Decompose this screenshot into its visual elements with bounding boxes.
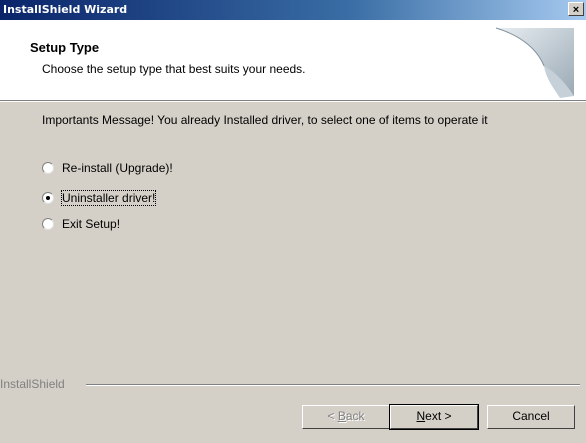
page-subtitle: Choose the setup type that best suits yo… (42, 62, 306, 76)
back-button[interactable]: < Back (302, 405, 390, 429)
back-button-rest: ack (345, 409, 365, 423)
option-uninstall-label[interactable]: Uninstaller driver! (60, 190, 157, 206)
wizard-header: Setup Type Choose the setup type that be… (0, 20, 586, 101)
next-button[interactable]: Next > (389, 404, 479, 430)
page-title: Setup Type (30, 40, 100, 55)
next-button-mnemonic: N (416, 409, 426, 423)
back-button-mnemonic: B (337, 409, 346, 423)
option-exit-label[interactable]: Exit Setup! (62, 217, 120, 231)
header-separator (0, 101, 586, 102)
radio-selected-dot (46, 196, 50, 200)
radio-reinstall[interactable] (42, 162, 54, 174)
cancel-button[interactable]: Cancel (487, 405, 575, 429)
footer-divider (86, 384, 580, 386)
close-button[interactable]: × (568, 2, 584, 16)
radio-uninstall[interactable] (42, 192, 54, 204)
back-button-prefix: < (327, 409, 338, 423)
option-reinstall-label[interactable]: Re-install (Upgrade)! (62, 161, 173, 175)
important-message: Importants Message! You already Installe… (42, 113, 488, 127)
title-bar: InstallShield Wizard × (0, 0, 586, 20)
window-title: InstallShield Wizard (3, 3, 128, 16)
next-button-rest: ext > (425, 409, 452, 423)
page-curl-icon (495, 27, 574, 98)
radio-exit[interactable] (42, 218, 54, 230)
installshield-brand: InstallShield (0, 377, 65, 391)
